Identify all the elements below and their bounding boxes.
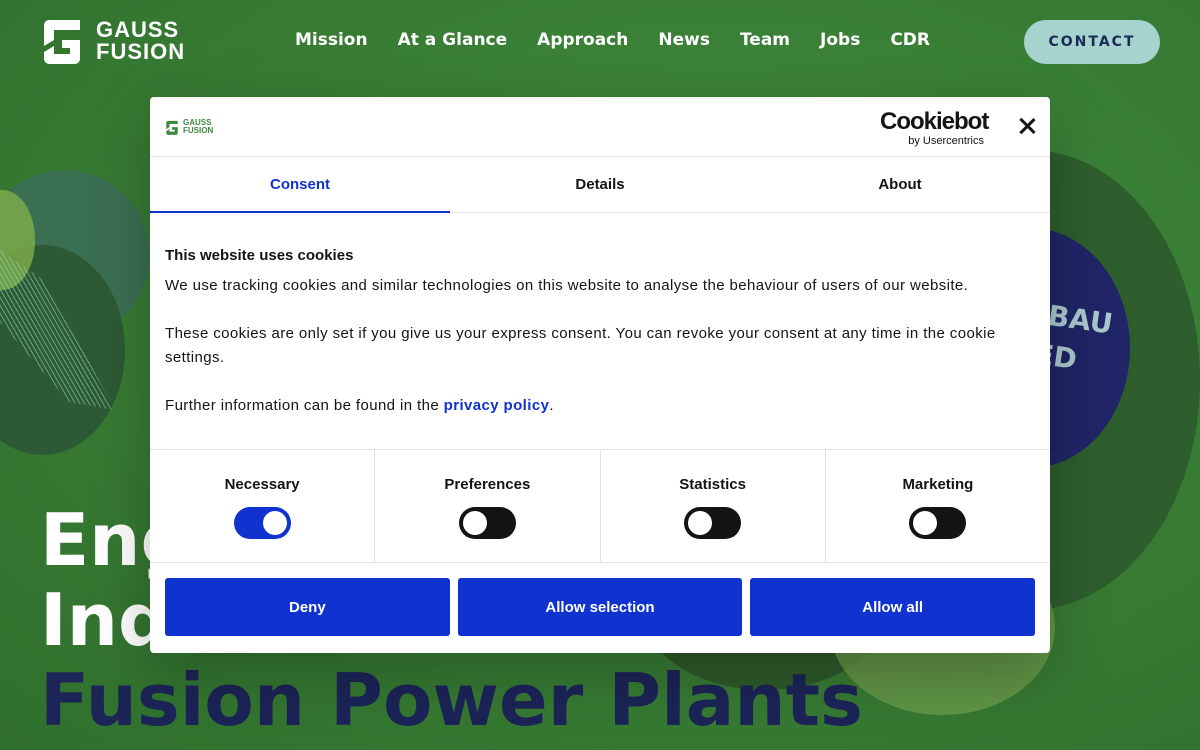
nav-item-team[interactable]: Team — [740, 30, 790, 50]
cookiebot-brand[interactable]: Cookiebot by Usercentrics — [880, 108, 989, 148]
toggle-label-preferences: Preferences — [444, 476, 531, 493]
paragraph-3-prefix: Further information can be found in the — [165, 397, 444, 414]
dialog-tabs: Consent Details About — [150, 157, 1050, 213]
toggle-label-statistics: Statistics — [679, 476, 746, 493]
consent-actions: Deny Allow selection Allow all — [150, 563, 1050, 651]
logo-wordmark: GAUSS FUSION — [96, 19, 185, 63]
nav-item-news[interactable]: News — [658, 30, 710, 50]
toggle-marketing[interactable] — [909, 507, 967, 539]
site-header: GAUSS FUSION Mission At a Glance Approac… — [0, 0, 1200, 84]
gauss-fusion-logo-icon — [40, 18, 84, 64]
dialog-site-logo: GAUSS FUSION — [165, 119, 213, 135]
toggle-statistics[interactable] — [684, 507, 742, 539]
gauss-fusion-logo-icon — [165, 120, 179, 135]
toggle-label-necessary: Necessary — [224, 476, 300, 493]
paragraph-3-suffix: . — [549, 397, 554, 414]
consent-paragraph-3: Further information can be found in the … — [165, 394, 1035, 418]
privacy-policy-link[interactable]: privacy policy — [444, 397, 550, 414]
nav-item-mission[interactable]: Mission — [295, 30, 368, 50]
cookie-consent-dialog: GAUSS FUSION Cookiebot by Usercentrics C… — [150, 97, 1050, 653]
consent-body: This website uses cookies We use trackin… — [150, 213, 1050, 450]
logo-line1: GAUSS — [96, 17, 180, 42]
toggle-group-statistics: Statistics — [601, 450, 826, 562]
allow-all-button[interactable]: Allow all — [750, 578, 1036, 636]
toggle-label-marketing: Marketing — [902, 476, 974, 493]
toggle-knob — [688, 511, 713, 535]
tab-details[interactable]: Details — [450, 157, 750, 212]
toggle-necessary[interactable] — [233, 507, 291, 539]
tab-consent[interactable]: Consent — [150, 157, 450, 213]
dialog-logo-text: GAUSS FUSION — [183, 119, 213, 135]
main-nav: Mission At a Glance Approach News Team J… — [295, 30, 960, 50]
toggle-group-necessary: Necessary — [150, 450, 376, 562]
allow-selection-button[interactable]: Allow selection — [457, 578, 743, 636]
nav-item-at-a-glance[interactable]: At a Glance — [398, 30, 508, 50]
cookiebot-sub: by Usercentrics — [908, 135, 984, 147]
consent-paragraph-2: These cookies are only set if you give u… — [165, 325, 996, 366]
nav-item-approach[interactable]: Approach — [537, 30, 628, 50]
badge-text: BAU ED — [1032, 296, 1115, 384]
toggle-preferences[interactable] — [458, 507, 516, 539]
consent-toggles: Necessary Preferences Statistics Marketi… — [150, 450, 1050, 563]
cookiebot-logo: Cookiebot — [880, 108, 989, 135]
contact-button[interactable]: CONTACT — [1024, 20, 1160, 64]
close-icon[interactable] — [1016, 115, 1038, 137]
toggle-group-preferences: Preferences — [375, 450, 601, 562]
site-logo[interactable]: GAUSS FUSION — [40, 18, 185, 64]
dialog-header: GAUSS FUSION Cookiebot by Usercentrics — [150, 97, 1050, 157]
toggle-knob — [913, 511, 938, 535]
hero-line3: Fusion Power Plants — [40, 658, 863, 742]
consent-heading: This website uses cookies — [165, 247, 354, 264]
consent-paragraph-1: We use tracking cookies and similar tech… — [165, 277, 969, 294]
toggle-group-marketing: Marketing — [826, 450, 1050, 562]
logo-line2: FUSION — [96, 39, 186, 64]
toggle-knob — [262, 511, 287, 535]
deny-button[interactable]: Deny — [165, 578, 450, 636]
nav-item-cdr[interactable]: CDR — [890, 30, 930, 50]
toggle-knob — [462, 511, 487, 535]
nav-item-jobs[interactable]: Jobs — [820, 30, 860, 50]
tab-about[interactable]: About — [750, 157, 1050, 212]
dialog-logo-line2: FUSION — [183, 126, 214, 135]
